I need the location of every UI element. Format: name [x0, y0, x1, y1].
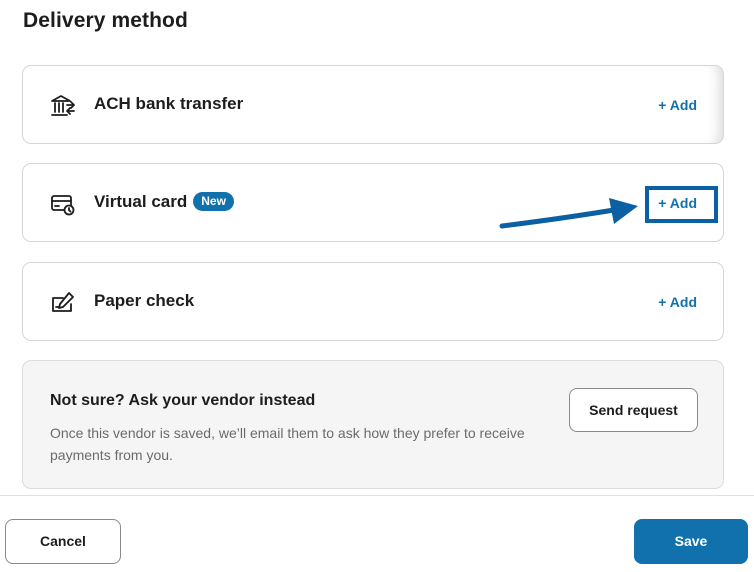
save-button[interactable]: Save: [634, 519, 748, 564]
delivery-option-paper-check[interactable]: Paper check + Add: [22, 262, 724, 341]
delivery-option-ach[interactable]: ACH bank transfer + Add: [22, 65, 724, 144]
delivery-option-label: Virtual card New: [94, 192, 234, 212]
virtual-card-icon: [50, 191, 76, 217]
footer-divider: [0, 495, 754, 496]
ask-vendor-title: Not sure? Ask your vendor instead: [50, 392, 316, 409]
virtual-card-label: Virtual card: [94, 192, 188, 211]
add-ach-button[interactable]: + Add: [658, 97, 697, 113]
delivery-option-label: Paper check: [94, 291, 195, 310]
send-request-button[interactable]: Send request: [569, 388, 698, 432]
ask-vendor-panel: Not sure? Ask your vendor instead Once t…: [22, 360, 724, 489]
annotation-highlight-box: [645, 186, 718, 223]
ask-vendor-description: Once this vendor is saved, we’ll email t…: [50, 425, 525, 463]
paper-check-icon: [50, 290, 76, 316]
bank-icon: [50, 93, 76, 119]
add-paper-check-button[interactable]: + Add: [658, 294, 697, 310]
annotation-arrow-icon: [499, 198, 638, 229]
cancel-button[interactable]: Cancel: [5, 519, 121, 564]
page-title: Delivery method: [23, 9, 188, 32]
delivery-option-label: ACH bank transfer: [94, 94, 244, 113]
new-badge: New: [193, 192, 234, 211]
